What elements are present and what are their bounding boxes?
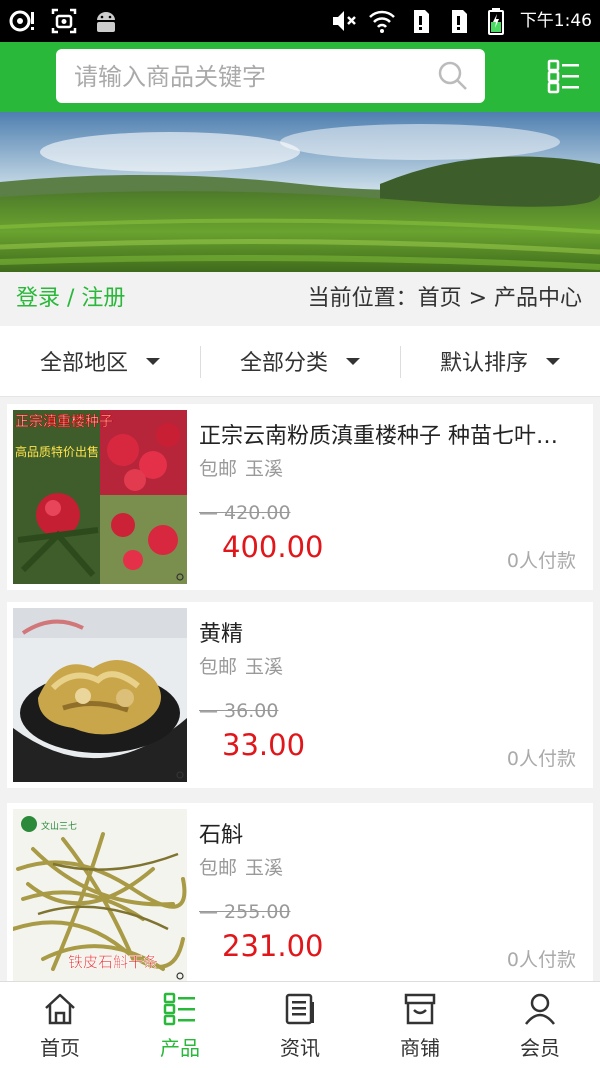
caret-down-icon [346, 357, 360, 365]
shipping-tag: 包邮 [199, 857, 238, 879]
filter-label: 默认排序 [439, 351, 528, 376]
dendrobium-image: 文山三七 铁皮石斛干条 [13, 809, 187, 983]
filter-sort-dropdown[interactable]: 默认排序 [400, 326, 600, 396]
thumb-caption: 铁皮石斛干条 [68, 953, 158, 971]
store-icon [404, 993, 436, 1025]
nav-label: 会员 [520, 1036, 560, 1060]
filter-label: 全部地区 [39, 351, 128, 376]
original-price-value: 420.00 [224, 502, 291, 524]
grid-list-icon [163, 992, 195, 1026]
sim1-icon [413, 10, 429, 33]
payment-count: 0人付款 [506, 748, 576, 770]
nav-label: 商铺 [400, 1036, 440, 1060]
shipping-tag: 包邮 [199, 656, 238, 678]
payment-count: 0人付款 [506, 949, 576, 971]
screenshot-icon [51, 8, 77, 34]
nav-label: 首页 [40, 1036, 80, 1060]
top-header [0, 42, 600, 112]
payment-count: 0人付款 [506, 550, 576, 572]
product-location: 玉溪 [245, 656, 284, 678]
news-icon [285, 993, 314, 1025]
android-icon [97, 12, 115, 32]
category-menu-icon[interactable] [546, 58, 582, 94]
filter-category-dropdown[interactable]: 全部分类 [200, 326, 400, 396]
product-card[interactable]: 文山三七 铁皮石斛干条 石斛 包邮 玉溪 — 255.00 231.00 0人付款 [7, 803, 593, 989]
nav-label: 产品 [160, 1036, 200, 1060]
notification-icon [9, 10, 34, 32]
product-thumbnail[interactable] [13, 608, 187, 782]
product-location: 玉溪 [245, 857, 284, 879]
product-card[interactable]: 黄精 包邮 玉溪 — 36.00 33.00 0人付款 [7, 602, 593, 788]
filter-bar: 全部地区 全部分类 默认排序 [0, 326, 600, 397]
banner-image[interactable] [0, 112, 600, 272]
current-price: 400.00 [222, 530, 324, 564]
login-breadcrumb-bar: 登录 / 注册 当前位置：首页 > 产品中心 [0, 272, 600, 326]
search-icon[interactable] [437, 60, 469, 92]
caret-down-icon [546, 357, 560, 365]
nav-products[interactable]: 产品 [120, 982, 240, 1068]
product-title[interactable]: 石斛 [199, 817, 579, 849]
product-title[interactable]: 黄精 [199, 616, 579, 648]
user-icon [525, 993, 555, 1025]
shipping-tag: 包邮 [199, 458, 238, 480]
search-input[interactable] [72, 49, 426, 105]
status-bar: 下午1:46 [0, 0, 600, 42]
original-price-value: 36.00 [224, 700, 279, 722]
product-location: 玉溪 [245, 458, 284, 480]
wifi-icon [368, 10, 395, 33]
original-price: — 36.00 [199, 700, 279, 722]
thumb-caption: 高品质特价出售 [15, 444, 99, 459]
svg-text:文山三七: 文山三七 [41, 820, 77, 832]
original-price-value: 255.00 [224, 901, 291, 923]
product-card[interactable]: 正宗滇重楼种子 高品质特价出售 正宗云南粉质滇重楼种子 种苗七叶一枝花 包邮 玉溪… [7, 404, 593, 590]
sim2-icon [451, 10, 467, 33]
filter-region-dropdown[interactable]: 全部地区 [0, 326, 200, 396]
bottom-navigation: 首页 产品 资讯 商铺 会员 [0, 981, 600, 1068]
caret-down-icon [146, 357, 160, 365]
product-meta: 包邮 玉溪 [199, 454, 283, 481]
mute-icon [332, 11, 356, 31]
product-meta: 包邮 玉溪 [199, 853, 283, 880]
product-meta: 包邮 玉溪 [199, 652, 283, 679]
nav-store[interactable]: 商铺 [360, 982, 480, 1068]
original-price: — 420.00 [199, 502, 291, 524]
current-price: 33.00 [222, 728, 306, 762]
product-title[interactable]: 正宗云南粉质滇重楼种子 种苗七叶一枝花 [199, 418, 579, 450]
breadcrumb: 当前位置：首页 > 产品中心 [307, 286, 582, 311]
filter-label: 全部分类 [239, 351, 328, 376]
search-bar [56, 49, 485, 105]
current-price: 231.00 [222, 929, 324, 963]
huangjing-image [13, 608, 187, 782]
nav-label: 资讯 [280, 1036, 320, 1060]
nav-home[interactable]: 首页 [0, 982, 120, 1068]
login-register-link[interactable]: 登录 / 注册 [16, 272, 125, 326]
thumb-caption: 正宗滇重楼种子 [15, 414, 113, 430]
nav-news[interactable]: 资讯 [240, 982, 360, 1068]
home-icon [45, 993, 75, 1025]
clock: 下午1:46 [519, 11, 592, 31]
nav-member[interactable]: 会员 [480, 982, 600, 1068]
product-thumbnail[interactable]: 文山三七 铁皮石斛干条 [13, 809, 187, 983]
original-price: — 255.00 [199, 901, 291, 923]
tea-field-landscape [0, 112, 600, 272]
product-thumbnail[interactable]: 正宗滇重楼种子 高品质特价出售 [13, 410, 187, 584]
paris-seed-image: 正宗滇重楼种子 高品质特价出售 [13, 410, 187, 584]
battery-icon [487, 8, 504, 35]
